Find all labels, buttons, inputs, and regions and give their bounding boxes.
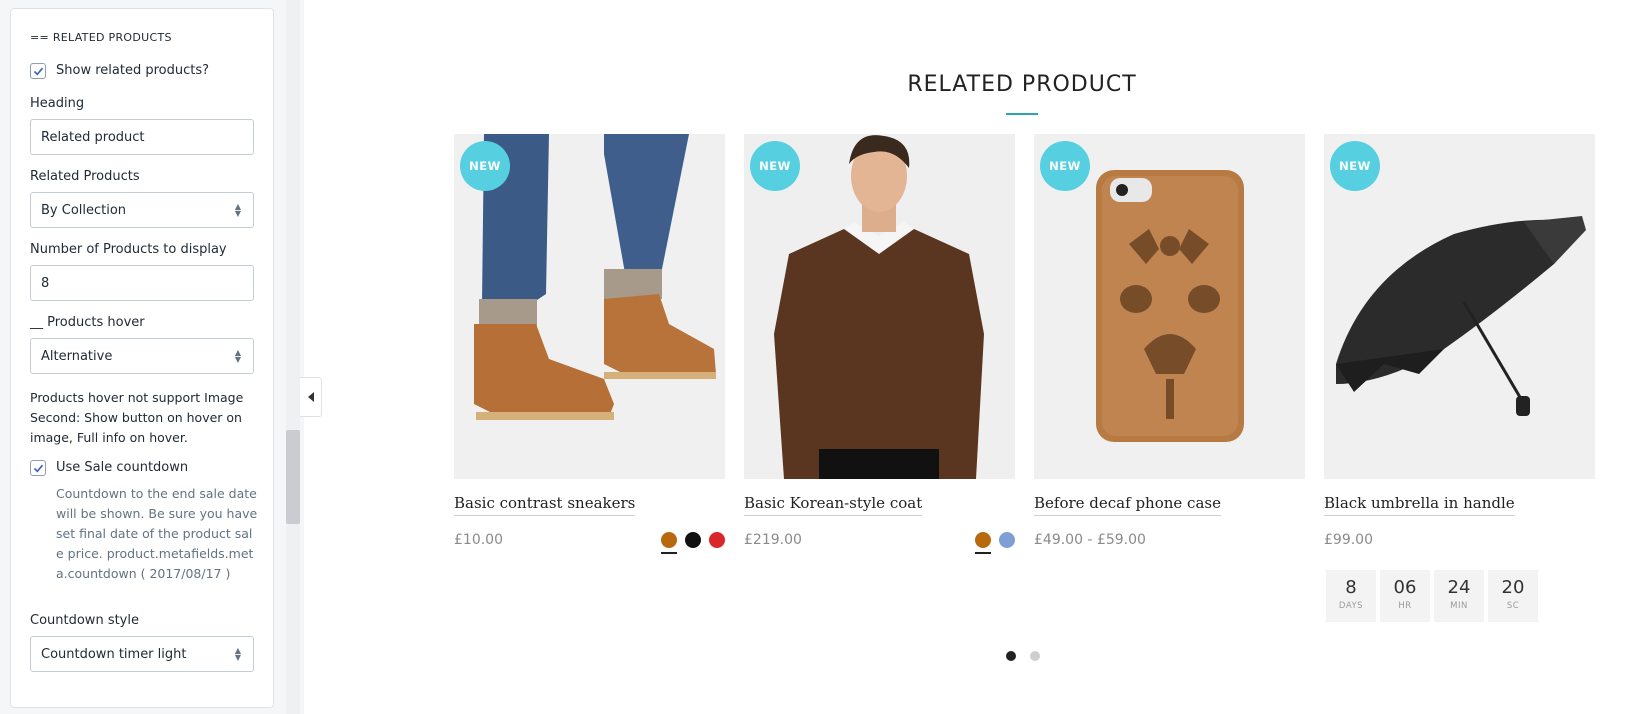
countdown-hours: 06 HR	[1380, 570, 1430, 622]
sale-countdown-help: Countdown to the end sale date will be s…	[56, 486, 258, 581]
countdown-style-value: Countdown timer light	[41, 646, 187, 662]
carousel-pagination	[1006, 651, 1040, 661]
product-name[interactable]: Basic contrast sneakers	[454, 494, 636, 516]
related-product-heading: RELATED PRODUCT	[907, 72, 1137, 97]
swatch-blue[interactable]	[999, 532, 1015, 548]
sale-countdown-label: Use Sale countdown	[56, 460, 189, 475]
related-products-value: By Collection	[41, 202, 127, 218]
swatch-black[interactable]	[685, 532, 701, 548]
sidebar-scrollbar-thumb[interactable]	[286, 430, 300, 524]
heading-label: Heading	[30, 96, 85, 111]
product-image-umbrella[interactable]: NEW	[1324, 134, 1595, 479]
swatch-red[interactable]	[709, 532, 725, 548]
color-swatches	[661, 532, 725, 554]
sale-countdown-timer: 8 DAYS 06 HR 24 MIN 20 SC	[1326, 570, 1538, 622]
products-hover-label: __ Products hover	[30, 315, 145, 330]
countdown-value: 20	[1501, 577, 1525, 598]
countdown-unit: HR	[1398, 601, 1412, 611]
sale-countdown-checkbox[interactable]	[30, 460, 46, 476]
hover-help-text: Products hover not support Image Second:…	[30, 390, 244, 445]
swatch-brown[interactable]	[661, 532, 677, 554]
checkmark-icon	[33, 67, 44, 76]
heading-underline	[1006, 113, 1038, 115]
new-badge: NEW	[750, 141, 800, 191]
swatch-brown[interactable]	[975, 532, 991, 554]
collapse-sidebar-button[interactable]	[300, 377, 322, 417]
product-image-coat[interactable]: NEW	[744, 134, 1015, 479]
heading-input-value: Related product	[41, 129, 145, 145]
product-name[interactable]: Black umbrella in handle	[1324, 494, 1515, 516]
color-swatches	[975, 532, 1015, 554]
product-price: £49.00 - £59.00	[1034, 532, 1146, 548]
countdown-days: 8 DAYS	[1326, 570, 1376, 622]
related-products-select[interactable]: By Collection ▲ ▼	[30, 192, 254, 228]
show-related-checkbox[interactable]	[30, 63, 46, 79]
caret-left-icon	[307, 392, 314, 402]
product-image-sneakers[interactable]: NEW	[454, 134, 725, 479]
section-title: == RELATED PRODUCTS	[30, 31, 172, 44]
countdown-minutes: 24 MIN	[1434, 570, 1484, 622]
checkmark-icon	[33, 464, 44, 473]
product-price: £219.00	[744, 532, 802, 548]
products-hover-value: Alternative	[41, 348, 113, 364]
countdown-value: 24	[1447, 577, 1471, 598]
related-products-label: Related Products	[30, 169, 140, 184]
heading-input[interactable]: Related product	[30, 119, 254, 155]
product-name[interactable]: Before decaf phone case	[1034, 494, 1221, 516]
new-badge: NEW	[1330, 141, 1380, 191]
num-products-value: 8	[41, 275, 50, 291]
new-badge: NEW	[1040, 141, 1090, 191]
theme-editor-sidebar: == RELATED PRODUCTS Show related product…	[0, 0, 304, 714]
settings-panel: == RELATED PRODUCTS Show related product…	[10, 8, 274, 708]
num-products-label: Number of Products to display	[30, 242, 227, 257]
countdown-value: 8	[1345, 577, 1357, 598]
countdown-unit: SC	[1506, 601, 1520, 611]
product-name[interactable]: Basic Korean-style coat	[744, 494, 923, 516]
select-chevron-icon: ▲ ▼	[234, 646, 241, 662]
products-hover-select[interactable]: Alternative ▲ ▼	[30, 338, 254, 374]
new-badge: NEW	[460, 141, 510, 191]
product-image-phone-case[interactable]: NEW	[1034, 134, 1305, 479]
show-related-label: Show related products?	[56, 63, 209, 78]
countdown-unit: MIN	[1450, 601, 1468, 611]
num-products-input[interactable]: 8	[30, 265, 254, 301]
countdown-style-label: Countdown style	[30, 613, 139, 628]
product-price: £10.00	[454, 532, 503, 548]
countdown-unit: DAYS	[1338, 601, 1364, 611]
sidebar-scrollbar-track[interactable]	[286, 0, 300, 714]
pagination-dot-1[interactable]	[1006, 651, 1016, 661]
countdown-seconds: 20 SC	[1488, 570, 1538, 622]
select-chevron-icon: ▲ ▼	[234, 202, 241, 218]
product-price: £99.00	[1324, 532, 1373, 548]
select-chevron-icon: ▲ ▼	[234, 348, 241, 364]
pagination-dot-2[interactable]	[1030, 651, 1040, 661]
countdown-value: 06	[1393, 577, 1417, 598]
countdown-style-select[interactable]: Countdown timer light ▲ ▼	[30, 636, 254, 672]
